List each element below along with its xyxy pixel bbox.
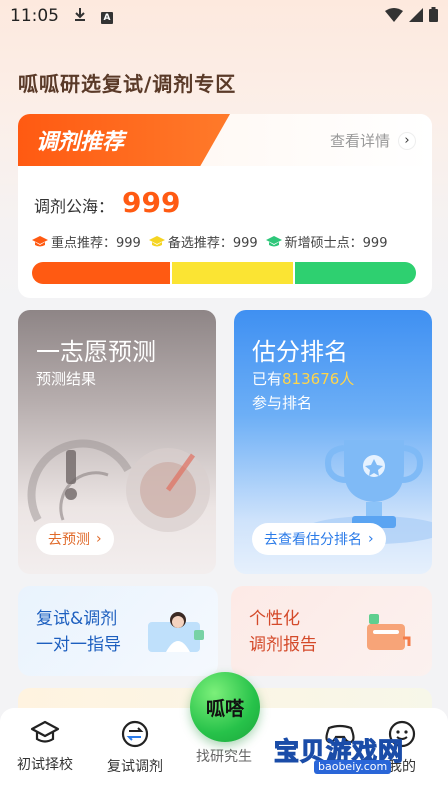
- adjust-pool-value: 999: [122, 186, 181, 219]
- tab-retest-adjust-label: 复试调剂: [107, 759, 163, 775]
- rank-count: 813676: [282, 370, 340, 388]
- tab-school-choice-label: 初试择校: [17, 757, 73, 773]
- stat-key: 重点推荐：999: [32, 232, 141, 251]
- report-line2: 调剂报告: [249, 635, 317, 655]
- a-icon: A: [101, 8, 113, 24]
- progress-segment-2: [293, 262, 416, 284]
- adjust-pool: 调剂公海： 999: [34, 186, 180, 219]
- rank-participants: 已有813676人: [252, 368, 354, 389]
- center-action-button[interactable]: 呱嗒: [190, 672, 260, 742]
- graduation-cap-icon: [265, 235, 282, 248]
- report-illustration-icon: [367, 614, 411, 650]
- view-rank-label: 去查看估分排名: [264, 532, 362, 548]
- stat-backup-label: 备选推荐：999: [167, 236, 258, 251]
- retest-line2: 一对一指导: [36, 635, 121, 655]
- view-details-link[interactable]: 查看详情 ›: [330, 130, 416, 151]
- rank-suffix: 人: [339, 370, 355, 388]
- progress-segment-0: [32, 262, 171, 284]
- recommend-progress-bar: [32, 262, 416, 284]
- retest-guidance-text: 复试&调剂 一对一指导: [36, 606, 121, 658]
- stat-key-label: 重点推荐：999: [51, 236, 141, 251]
- status-time: 11:05: [10, 6, 59, 26]
- rank-title: 估分排名: [252, 338, 348, 366]
- chevron-right-icon: ›: [96, 531, 102, 547]
- report-line1: 个性化: [249, 609, 300, 629]
- download-icon: [73, 7, 87, 25]
- tab-school-choice[interactable]: 初试择校: [5, 720, 85, 774]
- report-text: 个性化 调剂报告: [249, 606, 317, 658]
- wifi-icon: [385, 7, 403, 26]
- watermark: 宝贝游戏网 baobeiy.com: [262, 702, 432, 782]
- rank-subtitle: 参与排名: [252, 394, 313, 412]
- graduation-cap-icon: [148, 235, 165, 248]
- signal-icon: [409, 7, 423, 26]
- graduation-cap-icon: [32, 235, 48, 248]
- tab-find-graduate-label: 找研究生: [196, 749, 252, 765]
- rank-card[interactable]: 估分排名 已有813676人 参与排名 去查看估分排名 ›: [234, 310, 432, 574]
- retest-line1: 复试&调剂: [36, 609, 118, 629]
- stat-backup: 备选推荐：999: [148, 232, 258, 251]
- view-details-label: 查看详情: [329, 132, 390, 150]
- swap-icon: [121, 720, 149, 748]
- adjust-pool-label: 调剂公海：: [34, 197, 115, 216]
- status-bar: 11:05 A: [0, 0, 448, 32]
- chevron-right-icon: ›: [398, 131, 416, 150]
- progress-segment-1: [170, 262, 294, 284]
- battery-icon: [429, 6, 438, 26]
- stat-new: 新增硕士点：999: [265, 232, 388, 251]
- predict-subtitle: 预测结果: [36, 370, 97, 388]
- teacher-illustration-icon: [148, 612, 204, 652]
- recommend-card[interactable]: 调剂推荐 查看详情 › 调剂公海： 999 重点推荐：999 备选推荐：999 …: [18, 114, 432, 298]
- retest-guidance-card[interactable]: 复试&调剂 一对一指导: [18, 586, 218, 676]
- predict-title: 一志愿预测: [36, 338, 156, 366]
- gauge-illustration-icon: [27, 439, 210, 532]
- recommend-stats: 重点推荐：999 备选推荐：999 新增硕士点：999: [32, 232, 387, 251]
- report-card[interactable]: 个性化 调剂报告: [231, 586, 432, 676]
- watermark-url: baobeiy.com: [314, 760, 392, 774]
- graduation-cap-icon: [30, 720, 60, 743]
- chevron-right-icon: ›: [368, 531, 374, 547]
- tab-retest-adjust[interactable]: 复试调剂: [95, 720, 175, 776]
- recommend-tag: 调剂推荐: [18, 114, 230, 166]
- predict-card[interactable]: 一志愿预测 预测结果 去预测 ›: [18, 310, 216, 574]
- center-action-label: 呱嗒: [205, 697, 244, 720]
- tab-find-graduate[interactable]: 找研究生: [184, 742, 264, 766]
- view-rank-button[interactable]: 去查看估分排名 ›: [252, 523, 386, 555]
- go-predict-button[interactable]: 去预测 ›: [36, 523, 114, 555]
- stat-new-label: 新增硕士点：999: [284, 236, 388, 251]
- page-title: 呱呱研选复试/调剂专区: [18, 72, 237, 96]
- rank-prefix: 已有: [252, 370, 283, 388]
- go-predict-label: 去预测: [48, 532, 90, 548]
